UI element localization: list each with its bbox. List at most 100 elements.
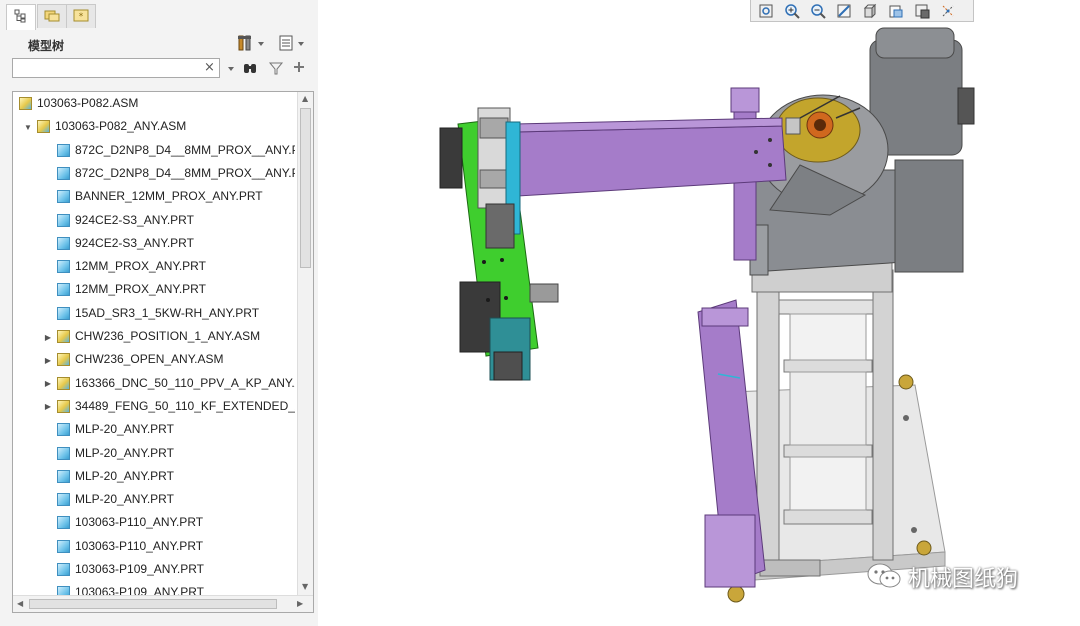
expand-toggle-icon[interactable]: ▶ bbox=[43, 355, 53, 365]
tree-node[interactable]: 12MM_PROX_ANY.PRT bbox=[13, 279, 295, 301]
zoom-in-icon[interactable] bbox=[781, 2, 803, 20]
tree-node[interactable]: ▶ CHW236_POSITION_1_ANY.ASM bbox=[13, 326, 295, 348]
add-icon[interactable] bbox=[292, 60, 306, 78]
sensor-bracket bbox=[785, 117, 801, 135]
frame-post bbox=[756, 269, 780, 563]
part-icon bbox=[57, 260, 70, 274]
part-icon bbox=[57, 563, 70, 576]
leveling-foot bbox=[898, 374, 914, 390]
svg-text:*: * bbox=[79, 12, 84, 22]
tree-node-label: 103063-P110_ANY.PRT bbox=[75, 538, 204, 553]
tab-folder-browser[interactable] bbox=[37, 4, 67, 28]
show-dropdown[interactable] bbox=[278, 35, 304, 53]
tree-node[interactable]: 103063-P109_ANY.PRT bbox=[13, 559, 295, 581]
saved-views-icon[interactable] bbox=[885, 2, 907, 20]
tree-node[interactable]: ▼ 103063-P082_ANY.ASM bbox=[13, 116, 295, 138]
part-icon bbox=[57, 213, 70, 227]
tree-node-label: 12MM_PROX_ANY.PRT bbox=[75, 282, 206, 297]
expand-toggle-icon[interactable]: ▶ bbox=[43, 379, 53, 389]
expand-toggle-icon[interactable]: ▶ bbox=[43, 402, 53, 412]
view-manager-icon[interactable] bbox=[911, 2, 933, 20]
tree-node-label: MLP-20_ANY.PRT bbox=[75, 468, 174, 483]
tab-model-tree[interactable] bbox=[6, 4, 36, 30]
navigator-tabs: * bbox=[0, 0, 318, 30]
watermark: 机械图纸狗 bbox=[866, 562, 1018, 592]
flange-bore bbox=[814, 119, 826, 131]
tree-node-label: CHW236_OPEN_ANY.ASM bbox=[75, 352, 224, 367]
settings-dropdown[interactable] bbox=[236, 35, 264, 53]
scroll-up-icon[interactable]: ▲ bbox=[302, 94, 308, 103]
tree-node[interactable]: 15AD_SR3_1_5KW-RH_ANY.PRT bbox=[13, 303, 295, 325]
tree-vertical-scrollbar[interactable]: ▲ ▼ bbox=[297, 92, 313, 596]
refit-icon[interactable] bbox=[755, 2, 777, 20]
tree-node-label: MLP-20_ANY.PRT bbox=[75, 422, 174, 437]
model-viewport[interactable] bbox=[318, 22, 1080, 626]
filter-icon[interactable] bbox=[268, 60, 284, 80]
tree-node[interactable]: 12MM_PROX_ANY.PRT bbox=[13, 256, 295, 278]
tree-node-label: MLP-20_ANY.PRT bbox=[75, 445, 174, 460]
tree-node[interactable]: MLP-20_ANY.PRT bbox=[13, 489, 295, 511]
frame-foot bbox=[759, 559, 821, 577]
model-tree-icon bbox=[14, 9, 28, 26]
scrollbar-thumb[interactable] bbox=[300, 108, 311, 268]
search-options-dropdown[interactable] bbox=[224, 60, 234, 75]
tree-node[interactable]: 103063-P082.ASM bbox=[13, 93, 295, 115]
scrollbar-thumb[interactable] bbox=[29, 599, 277, 609]
frame-inner bbox=[789, 456, 867, 511]
display-style-icon[interactable] bbox=[859, 2, 881, 20]
tree-node[interactable]: 103063-P110_ANY.PRT bbox=[13, 512, 295, 534]
tree-node[interactable]: 924CE2-S3_ANY.PRT bbox=[13, 233, 295, 255]
part-icon bbox=[57, 539, 70, 553]
wechat-icon bbox=[866, 561, 902, 594]
tree-node[interactable]: BANNER_12MM_PROX_ANY.PRT bbox=[13, 186, 295, 208]
tree-node-label: 103063-P109_ANY.PRT bbox=[75, 562, 204, 576]
leveling-foot bbox=[916, 540, 932, 556]
tree-node[interactable]: 872C_D2NP8_D4__8MM_PROX__ANY.PRT bbox=[13, 140, 295, 162]
lower-slide-bracket bbox=[701, 307, 749, 327]
motor-connector bbox=[957, 87, 975, 125]
leveling-foot bbox=[727, 585, 745, 603]
motor-cap bbox=[875, 27, 955, 59]
tree-node[interactable]: ▶ 34489_FENG_50_110_KF_EXTENDED_ANY.ASM bbox=[13, 396, 295, 418]
tree-node-label: CHW236_POSITION_1_ANY.ASM bbox=[75, 329, 261, 343]
tree-node-label: 924CE2-S3_ANY.PRT bbox=[75, 235, 194, 250]
part-icon bbox=[57, 446, 70, 460]
zoom-out-icon[interactable] bbox=[807, 2, 829, 20]
expand-toggle-icon[interactable]: ▶ bbox=[43, 332, 53, 342]
tree-node[interactable]: 924CE2-S3_ANY.PRT bbox=[13, 210, 295, 232]
tree-node[interactable]: MLP-20_ANY.PRT bbox=[13, 419, 295, 441]
scroll-left-icon[interactable]: ◀ bbox=[17, 599, 23, 608]
frame-rail bbox=[783, 509, 873, 525]
tab-favorites[interactable]: * bbox=[66, 4, 96, 28]
tree-node[interactable]: 103063-P110_ANY.PRT bbox=[13, 536, 295, 558]
tree-node[interactable]: MLP-20_ANY.PRT bbox=[13, 443, 295, 465]
gripper-block bbox=[485, 203, 515, 249]
gripper-bolt bbox=[500, 258, 504, 262]
arm-bolt bbox=[768, 138, 772, 142]
settings-tools-icon bbox=[236, 34, 254, 55]
part-icon bbox=[57, 190, 70, 204]
folder-browser-icon bbox=[44, 8, 60, 25]
lower-slide-bracket bbox=[704, 514, 756, 588]
gripper-bolt bbox=[482, 260, 486, 264]
tree-node-label: 103063-P110_ANY.PRT bbox=[75, 515, 204, 530]
panel-header: 模型树 bbox=[0, 30, 318, 58]
tree-node[interactable]: ▶ 163366_DNC_50_110_PPV_A_KP_ANY.ASM bbox=[13, 373, 295, 395]
base-hole bbox=[911, 527, 917, 533]
clear-search-icon[interactable]: × bbox=[204, 60, 215, 75]
datum-display-icon[interactable] bbox=[937, 2, 959, 20]
tree-node[interactable]: 872C_D2NP8_D4__8MM_PROX__ANY.PRT bbox=[13, 163, 295, 185]
model-tree[interactable]: 103063-P109_ANY.PRT 103063-P109_ANY.PRT 10… bbox=[12, 91, 314, 613]
repaint-icon[interactable] bbox=[833, 2, 855, 20]
gripper-sensor bbox=[529, 283, 559, 303]
tree-horizontal-scrollbar[interactable]: ◀ ▶ bbox=[13, 595, 313, 612]
part-icon bbox=[57, 469, 70, 483]
tree-node[interactable]: MLP-20_ANY.PRT bbox=[13, 466, 295, 488]
scroll-down-icon[interactable]: ▼ bbox=[302, 582, 308, 591]
scroll-right-icon[interactable]: ▶ bbox=[297, 599, 303, 608]
search-input[interactable] bbox=[12, 58, 220, 78]
assembly-icon bbox=[19, 97, 32, 110]
tree-node[interactable]: ▶ CHW236_OPEN_ANY.ASM bbox=[13, 349, 295, 371]
find-icon[interactable] bbox=[242, 60, 258, 80]
collapse-toggle-icon[interactable]: ▼ bbox=[23, 122, 33, 132]
